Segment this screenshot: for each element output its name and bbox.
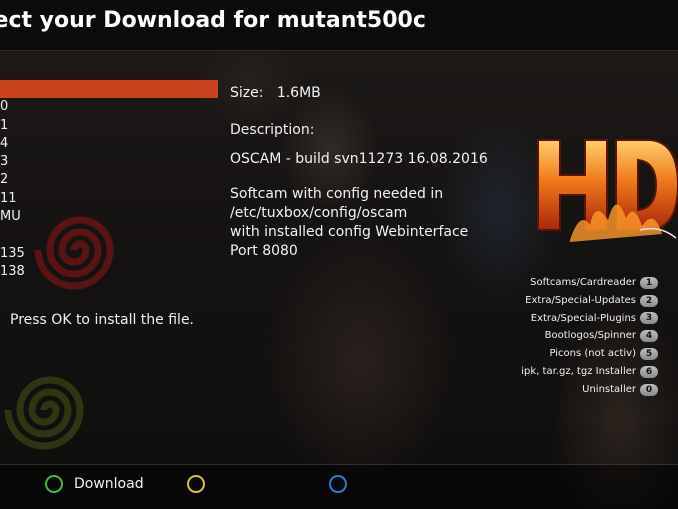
download-list[interactable]: 0 1 4 3 2 11 MU 135 138 <box>0 80 220 281</box>
list-item[interactable]: 11 <box>0 190 220 208</box>
list-item[interactable]: 2 <box>0 171 220 189</box>
key-badge: 5 <box>640 348 658 361</box>
list-item[interactable]: 4 <box>0 135 220 153</box>
menu-label: Extra/Special-Plugins <box>530 312 636 324</box>
green-circle-icon[interactable] <box>45 475 63 493</box>
category-menu[interactable]: Softcams/Cardreader 1 Extra/Special-Upda… <box>521 274 658 399</box>
menu-item-bootlogos[interactable]: Bootlogos/Spinner 4 <box>521 327 658 345</box>
install-hint: Press OK to install the file. <box>10 312 195 328</box>
download-button-label[interactable]: Download <box>74 476 144 492</box>
info-panel: Size: 1.6MB Description: OSCAM - build s… <box>230 84 490 261</box>
spiral-decoration-2-icon <box>4 376 84 450</box>
menu-label: ipk, tar.gz, tgz Installer <box>521 365 636 377</box>
list-item[interactable]: 0 <box>0 98 220 116</box>
menu-label: Uninstaller <box>582 383 636 395</box>
menu-item-uninstaller[interactable]: Uninstaller 0 <box>521 381 658 399</box>
menu-item-installer[interactable]: ipk, tar.gz, tgz Installer 6 <box>521 363 658 381</box>
menu-label: Picons (not activ) <box>549 348 636 360</box>
list-item[interactable] <box>0 226 220 244</box>
menu-item-extra-plugins[interactable]: Extra/Special-Plugins 3 <box>521 310 658 328</box>
blue-circle-icon[interactable] <box>329 475 347 493</box>
menu-label: Softcams/Cardreader <box>530 277 636 288</box>
menu-label: Bootlogos/Spinner <box>544 330 636 342</box>
page-title: lect your Download for mutant500c <box>0 8 426 33</box>
key-badge: 2 <box>640 294 658 307</box>
description-line: /etc/tuxbox/config/oscam <box>230 205 408 221</box>
menu-item-softcams[interactable]: Softcams/Cardreader 1 <box>521 274 658 292</box>
list-item[interactable]: MU <box>0 208 220 226</box>
list-item-selected[interactable] <box>0 80 218 99</box>
description-line: with installed config Webinterface <box>230 224 469 240</box>
description-line: Port 8080 <box>230 243 298 259</box>
title-bar: lect your Download for mutant500c <box>0 0 678 51</box>
list-item[interactable]: 135 <box>0 245 220 263</box>
description-label: Description: <box>230 122 315 138</box>
size-label: Size: <box>230 85 264 101</box>
yellow-circle-icon[interactable] <box>187 475 205 493</box>
list-item[interactable]: 138 <box>0 263 220 281</box>
menu-label: Extra/Special-Updates <box>525 294 636 306</box>
hd-fire-logo-icon <box>537 139 678 242</box>
build-text: OSCAM - build svn11273 16.08.2016 <box>230 151 488 167</box>
size-value: 1.6MB <box>276 85 321 101</box>
key-badge: 3 <box>640 312 658 325</box>
menu-item-extra-updates[interactable]: Extra/Special-Updates 2 <box>521 292 658 310</box>
description-line: Softcam with config needed in <box>230 186 444 202</box>
list-item[interactable]: 3 <box>0 153 220 171</box>
key-badge: 4 <box>640 330 658 343</box>
menu-item-picons[interactable]: Picons (not activ) 5 <box>521 345 658 363</box>
key-badge: 6 <box>640 365 658 378</box>
list-item[interactable]: 1 <box>0 117 220 135</box>
size-row: Size: 1.6MB <box>230 84 490 103</box>
key-badge: 0 <box>640 383 658 396</box>
key-badge: 1 <box>640 276 658 289</box>
